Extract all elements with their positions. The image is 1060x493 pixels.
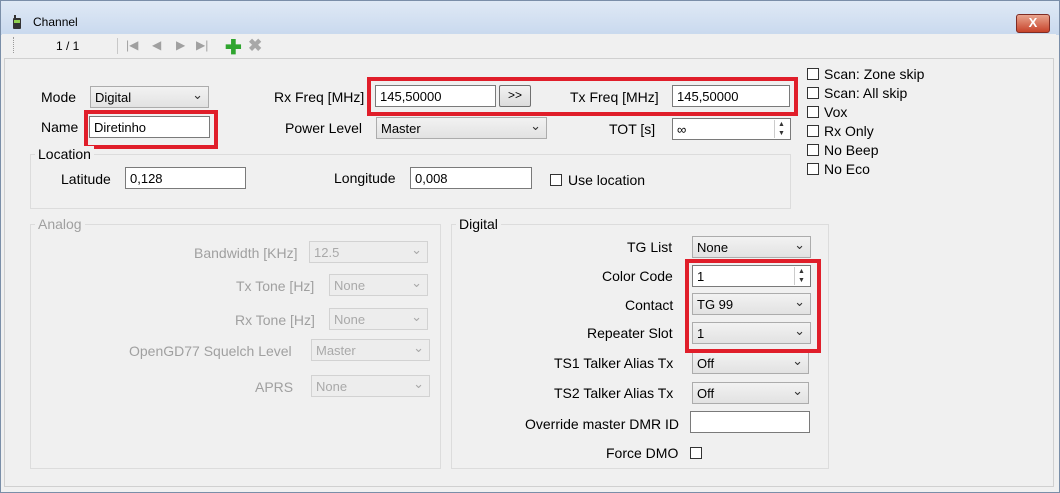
- radio-icon: [13, 15, 21, 29]
- latitude-label: Latitude: [61, 171, 111, 187]
- tx-tone-label: Tx Tone [Hz]: [236, 278, 315, 294]
- longitude-label: Longitude: [334, 170, 396, 186]
- rx-tone-label: Rx Tone [Hz]: [235, 312, 315, 328]
- mode-label: Mode: [41, 89, 77, 105]
- chevron-down-icon: ⌄: [792, 353, 803, 368]
- option-checkbox[interactable]: [807, 125, 819, 137]
- longitude-input[interactable]: 0,008: [410, 167, 532, 189]
- power-level-label: Power Level: [285, 120, 363, 136]
- aprs-value: None: [316, 379, 348, 394]
- color-code-label: Color Code: [602, 268, 673, 284]
- chevron-down-icon: ⌄: [411, 242, 422, 257]
- option-label: Scan: All skip: [824, 85, 908, 101]
- add-icon[interactable]: ✚: [225, 35, 242, 60]
- squelch-select: Master ⌄: [311, 339, 430, 361]
- squelch-label: OpenGD77 Squelch Level: [129, 343, 292, 359]
- option-label: No Eco: [824, 161, 870, 177]
- mode-value: Digital: [95, 90, 132, 105]
- digital-group-label: Digital: [456, 216, 501, 232]
- use-location-label: Use location: [568, 172, 646, 188]
- option-label: No Beep: [824, 142, 879, 158]
- ts1-talker-alias-label: TS1 Talker Alias Tx: [554, 355, 674, 371]
- analog-group-label: Analog: [35, 216, 85, 232]
- close-button[interactable]: X: [1016, 14, 1050, 33]
- option-checkbox[interactable]: [807, 68, 819, 80]
- chevron-down-icon: ⌄: [411, 275, 422, 290]
- highlight-name: [84, 110, 218, 149]
- tg-list-select[interactable]: None ⌄: [692, 236, 811, 258]
- chevron-down-icon: ⌄: [192, 87, 203, 102]
- option-checkbox[interactable]: [807, 163, 819, 175]
- title-bar: Channel X: [1, 1, 1059, 35]
- option-checkbox[interactable]: [807, 106, 819, 118]
- chevron-down-icon: ⌄: [413, 376, 424, 391]
- option-checkbox[interactable]: [807, 87, 819, 99]
- ts2-talker-alias-value: Off: [697, 386, 715, 401]
- override-dmr-id-input[interactable]: [690, 411, 810, 433]
- up-icon[interactable]: ▲: [775, 120, 788, 129]
- squelch-value: Master: [316, 343, 356, 358]
- page-count: 1 / 1: [56, 39, 80, 53]
- toolbar-separator: [117, 38, 118, 54]
- tot-value: ∞: [677, 122, 687, 137]
- power-level-select[interactable]: Master ⌄: [376, 117, 547, 139]
- location-group-label: Location: [35, 146, 94, 162]
- toolbar-grip: [13, 37, 16, 53]
- mode-select[interactable]: Digital ⌄: [90, 86, 209, 108]
- tot-stepper[interactable]: ∞ ▲ ▼: [672, 118, 791, 140]
- option-label: Rx Only: [824, 123, 874, 139]
- tx-tone-select: None ⌄: [329, 274, 428, 296]
- chevron-down-icon: ⌄: [792, 383, 803, 398]
- tx-tone-value: None: [334, 278, 366, 293]
- ts1-talker-alias-select[interactable]: Off ⌄: [692, 352, 809, 374]
- down-icon[interactable]: ▼: [775, 129, 788, 138]
- window-title: Channel: [33, 15, 78, 29]
- contact-label: Contact: [625, 297, 674, 313]
- chevron-down-icon: ⌄: [530, 118, 541, 133]
- highlight-frequencies: [367, 77, 798, 116]
- option-label: Scan: Zone skip: [824, 66, 925, 82]
- aprs-select: None ⌄: [311, 375, 430, 397]
- spin-buttons[interactable]: ▲ ▼: [774, 120, 788, 138]
- last-record-icon[interactable]: ▶|: [196, 38, 208, 52]
- bandwidth-select: 12.5 ⌄: [309, 241, 428, 263]
- chevron-down-icon: ⌄: [413, 340, 424, 355]
- force-dmo-label: Force DMO: [606, 445, 679, 461]
- next-record-icon[interactable]: ▶: [176, 38, 185, 52]
- highlight-digital-fields: [685, 259, 821, 353]
- tg-list-label: TG List: [627, 239, 673, 255]
- repeater-slot-label: Repeater Slot: [587, 325, 673, 341]
- bandwidth-value: 12.5: [314, 245, 340, 260]
- ts2-talker-alias-select[interactable]: Off ⌄: [692, 382, 809, 404]
- option-label: Vox: [824, 104, 848, 120]
- rx-tone-value: None: [334, 312, 366, 327]
- delete-icon[interactable]: ✖: [248, 36, 262, 56]
- aprs-label: APRS: [255, 379, 294, 395]
- override-dmr-id-label: Override master DMR ID: [525, 416, 680, 432]
- chevron-down-icon: ⌄: [794, 237, 805, 252]
- bandwidth-label: Bandwidth [KHz]: [194, 245, 298, 261]
- tg-list-value: None: [697, 240, 729, 255]
- first-record-icon[interactable]: |◀: [126, 38, 138, 52]
- latitude-input[interactable]: 0,128: [125, 167, 246, 189]
- force-dmo-checkbox[interactable]: [690, 447, 702, 459]
- ts1-talker-alias-value: Off: [697, 356, 715, 371]
- chevron-down-icon: ⌄: [411, 309, 422, 324]
- power-level-value: Master: [381, 121, 421, 136]
- tot-label: TOT [s]: [609, 121, 656, 137]
- rx-freq-label: Rx Freq [MHz]: [274, 89, 365, 105]
- name-label: Name: [41, 119, 79, 135]
- previous-record-icon[interactable]: ◀: [152, 38, 161, 52]
- use-location-checkbox[interactable]: [550, 174, 562, 186]
- option-checkbox[interactable]: [807, 144, 819, 156]
- ts2-talker-alias-label: TS2 Talker Alias Tx: [554, 385, 674, 401]
- rx-tone-select: None ⌄: [329, 308, 428, 330]
